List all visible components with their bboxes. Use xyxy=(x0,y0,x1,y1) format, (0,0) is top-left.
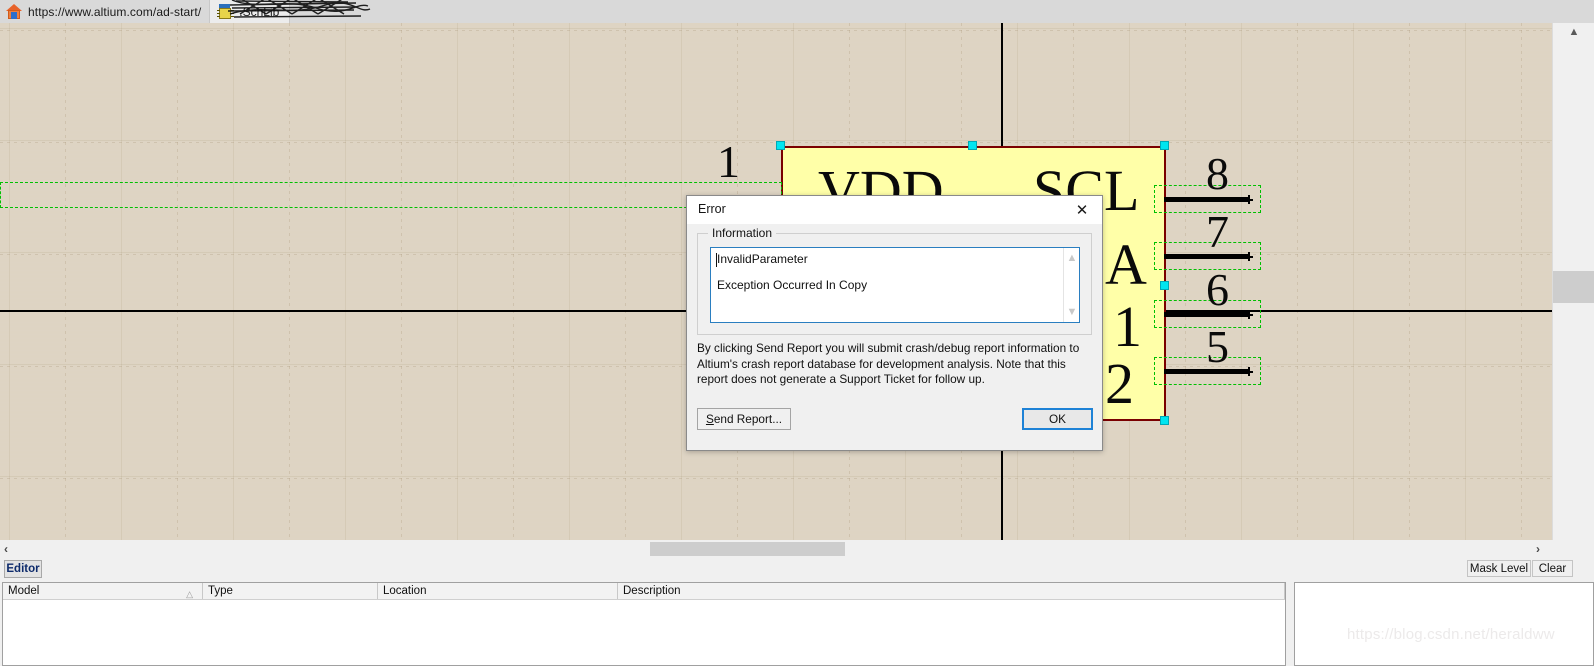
scroll-up-icon[interactable]: ▲ xyxy=(1553,23,1594,41)
symbol-pin-label-a: A xyxy=(1105,232,1147,297)
scroll-left-icon[interactable]: ‹ xyxy=(4,540,8,557)
column-header-model-label: Model xyxy=(8,585,40,597)
models-table[interactable]: Model △ Type Location Description xyxy=(2,582,1286,666)
horizontal-scroll-thumb[interactable] xyxy=(650,542,845,556)
pin-endpoint-cross-8 xyxy=(1244,195,1253,204)
pin-number-1: 1 xyxy=(717,136,740,187)
vertical-scroll-thumb[interactable] xyxy=(1553,271,1594,303)
error-message-line-2: Exception Occurred In Copy xyxy=(717,278,868,292)
symbol-pin-label-2: 2 xyxy=(1105,351,1134,416)
tab-editor[interactable]: Editor xyxy=(4,560,42,578)
scroll-right-icon[interactable]: › xyxy=(1536,540,1540,557)
grid-dash-line xyxy=(513,23,514,540)
send-report-button[interactable]: Send Report... xyxy=(697,408,791,430)
mask-level-button[interactable]: Mask Level xyxy=(1467,560,1531,577)
dialog-title: Error xyxy=(698,202,726,216)
grid-dash-line xyxy=(65,23,66,540)
top-bar: https://www.altium.com/ad-start/ .SchLib xyxy=(0,0,1594,23)
column-header-type[interactable]: Type xyxy=(203,583,378,599)
selection-handle-top-center[interactable] xyxy=(968,141,977,150)
pin-number-7: 7 xyxy=(1206,206,1229,257)
error-message-scrollbar[interactable]: ▲ ▼ xyxy=(1063,248,1079,322)
page-watermark: https://blog.csdn.net/heraldww xyxy=(1347,626,1555,643)
document-tab-schlib[interactable]: .SchLib xyxy=(209,0,371,23)
clear-button[interactable]: Clear xyxy=(1532,560,1573,577)
pin-endpoint-cross-7 xyxy=(1244,252,1253,261)
grid-dash-line xyxy=(177,23,178,540)
bottom-panel: Editor Mask Level Clear Model △ Type Loc… xyxy=(0,557,1594,666)
pin-endpoint-cross-5 xyxy=(1244,367,1253,376)
pin-number-8: 8 xyxy=(1206,148,1229,199)
send-report-button-label: Send Report... xyxy=(705,412,783,426)
pin-endpoint-cross-6 xyxy=(1244,310,1253,319)
canvas-horizontal-scrollbar[interactable]: ‹ › xyxy=(0,540,1552,557)
column-header-model[interactable]: Model △ xyxy=(3,583,203,599)
pin-selection-box-1[interactable] xyxy=(0,182,782,208)
grid-dash-line xyxy=(625,23,626,540)
grid-dash-line xyxy=(401,23,402,540)
grid-dash-line xyxy=(0,478,1552,479)
ok-button[interactable]: OK xyxy=(1022,408,1093,430)
sort-ascending-icon: △ xyxy=(186,589,193,599)
canvas-vertical-scrollbar[interactable]: ▲ xyxy=(1552,23,1594,540)
selection-handle-mid-right[interactable] xyxy=(1160,281,1169,290)
chevron-down-icon[interactable]: ▼ xyxy=(1064,304,1080,320)
dialog-body: Information InvalidParameter Exception O… xyxy=(687,224,1102,450)
column-header-description[interactable]: Description xyxy=(618,583,1285,599)
pin-number-6: 6 xyxy=(1206,264,1229,315)
start-page-url[interactable]: https://www.altium.com/ad-start/ xyxy=(28,5,201,19)
selection-handle-bottom-right[interactable] xyxy=(1160,416,1169,425)
dialog-titlebar: Error ✕ xyxy=(687,196,1102,224)
chevron-up-icon[interactable]: ▲ xyxy=(1064,250,1080,266)
selection-handle-top-left[interactable] xyxy=(776,141,785,150)
grid-dash-line xyxy=(1185,23,1186,540)
information-groupbox: Information InvalidParameter Exception O… xyxy=(697,226,1092,335)
models-table-header: Model △ Type Location Description xyxy=(3,583,1285,600)
information-groupbox-label: Information xyxy=(708,226,777,240)
close-icon[interactable]: ✕ xyxy=(1062,196,1102,224)
grid-dash-line xyxy=(1297,23,1298,540)
crash-report-note: By clicking Send Report you will submit … xyxy=(697,341,1080,387)
error-message-line-1: InvalidParameter xyxy=(717,252,808,266)
pin-number-5: 5 xyxy=(1206,321,1229,372)
home-url-area[interactable]: https://www.altium.com/ad-start/ xyxy=(0,0,209,23)
error-dialog[interactable]: Error ✕ Information InvalidParameter Exc… xyxy=(686,195,1103,451)
home-icon xyxy=(6,4,22,19)
column-header-location[interactable]: Location xyxy=(378,583,618,599)
grid-dash-line xyxy=(0,30,1552,31)
ic-chip-icon xyxy=(217,3,235,20)
selection-handle-top-right[interactable] xyxy=(1160,141,1169,150)
grid-dash-line xyxy=(1409,23,1410,540)
grid-dash-line xyxy=(289,23,290,540)
right-info-panel[interactable] xyxy=(1294,582,1594,666)
symbol-pin-label-1: 1 xyxy=(1113,294,1142,359)
document-tab-label: .SchLib xyxy=(239,4,280,19)
error-message-textbox[interactable]: InvalidParameter Exception Occurred In C… xyxy=(710,247,1080,323)
grid-dash-line xyxy=(1521,23,1522,540)
